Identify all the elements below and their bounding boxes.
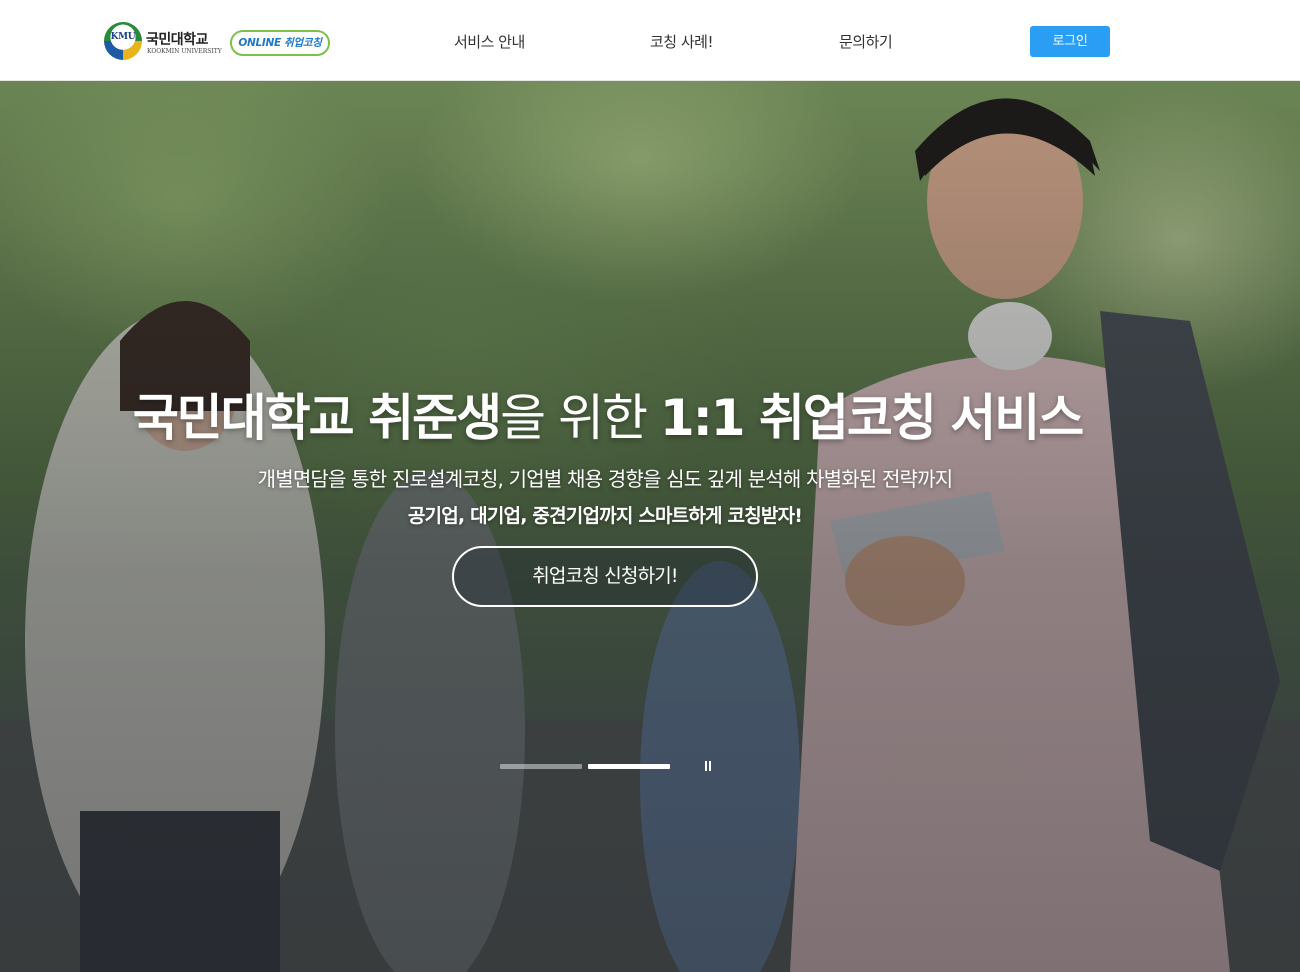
university-logo[interactable]: KMU 국민대학교 KOOKMIN UNIVERSITY ONLINE 취업코칭 [104,21,334,61]
nav-service-info[interactable]: 서비스 안내 [454,31,525,52]
login-button[interactable]: 로그인 [1030,26,1110,57]
logo-emblem-text: KMU [110,32,136,42]
nav-coaching-cases[interactable]: 코칭 사례! [650,31,713,52]
nav-inquiry[interactable]: 문의하기 [839,31,893,52]
site-header: KMU 국민대학교 KOOKMIN UNIVERSITY ONLINE 취업코칭… [0,0,1300,81]
logo-university-name-en: KOOKMIN UNIVERSITY [147,48,222,55]
online-coaching-badge: ONLINE 취업코칭 [230,30,330,56]
hero-banner: 국민대학교 취준생을 위한 1:1 취업코칭 서비스 개별면담을 통한 진로설계… [0,81,1300,972]
pause-icon[interactable] [701,758,715,774]
hero-title-light: 을 위한 [500,389,660,447]
hero-tagline: 공기업, 대기업, 중견기업까지 스마트하게 코칭받자! [407,505,803,527]
slide-indicator-2-active[interactable] [588,764,670,769]
apply-coaching-button[interactable]: 취업코칭 신청하기! [452,546,758,607]
hero-title-bold-2: 1:1 취업코칭 서비스 [659,389,1084,447]
hero-subtitle: 개별면담을 통한 진로설계코칭, 기업별 채용 경향을 심도 깊게 분석해 차별… [257,467,954,491]
hero-title: 국민대학교 취준생을 위한 1:1 취업코칭 서비스 [0,378,1215,450]
logo-university-name: 국민대학교 [146,32,208,48]
slide-indicator-1[interactable] [500,764,582,769]
hero-title-bold-1: 국민대학교 취준생 [132,389,502,447]
